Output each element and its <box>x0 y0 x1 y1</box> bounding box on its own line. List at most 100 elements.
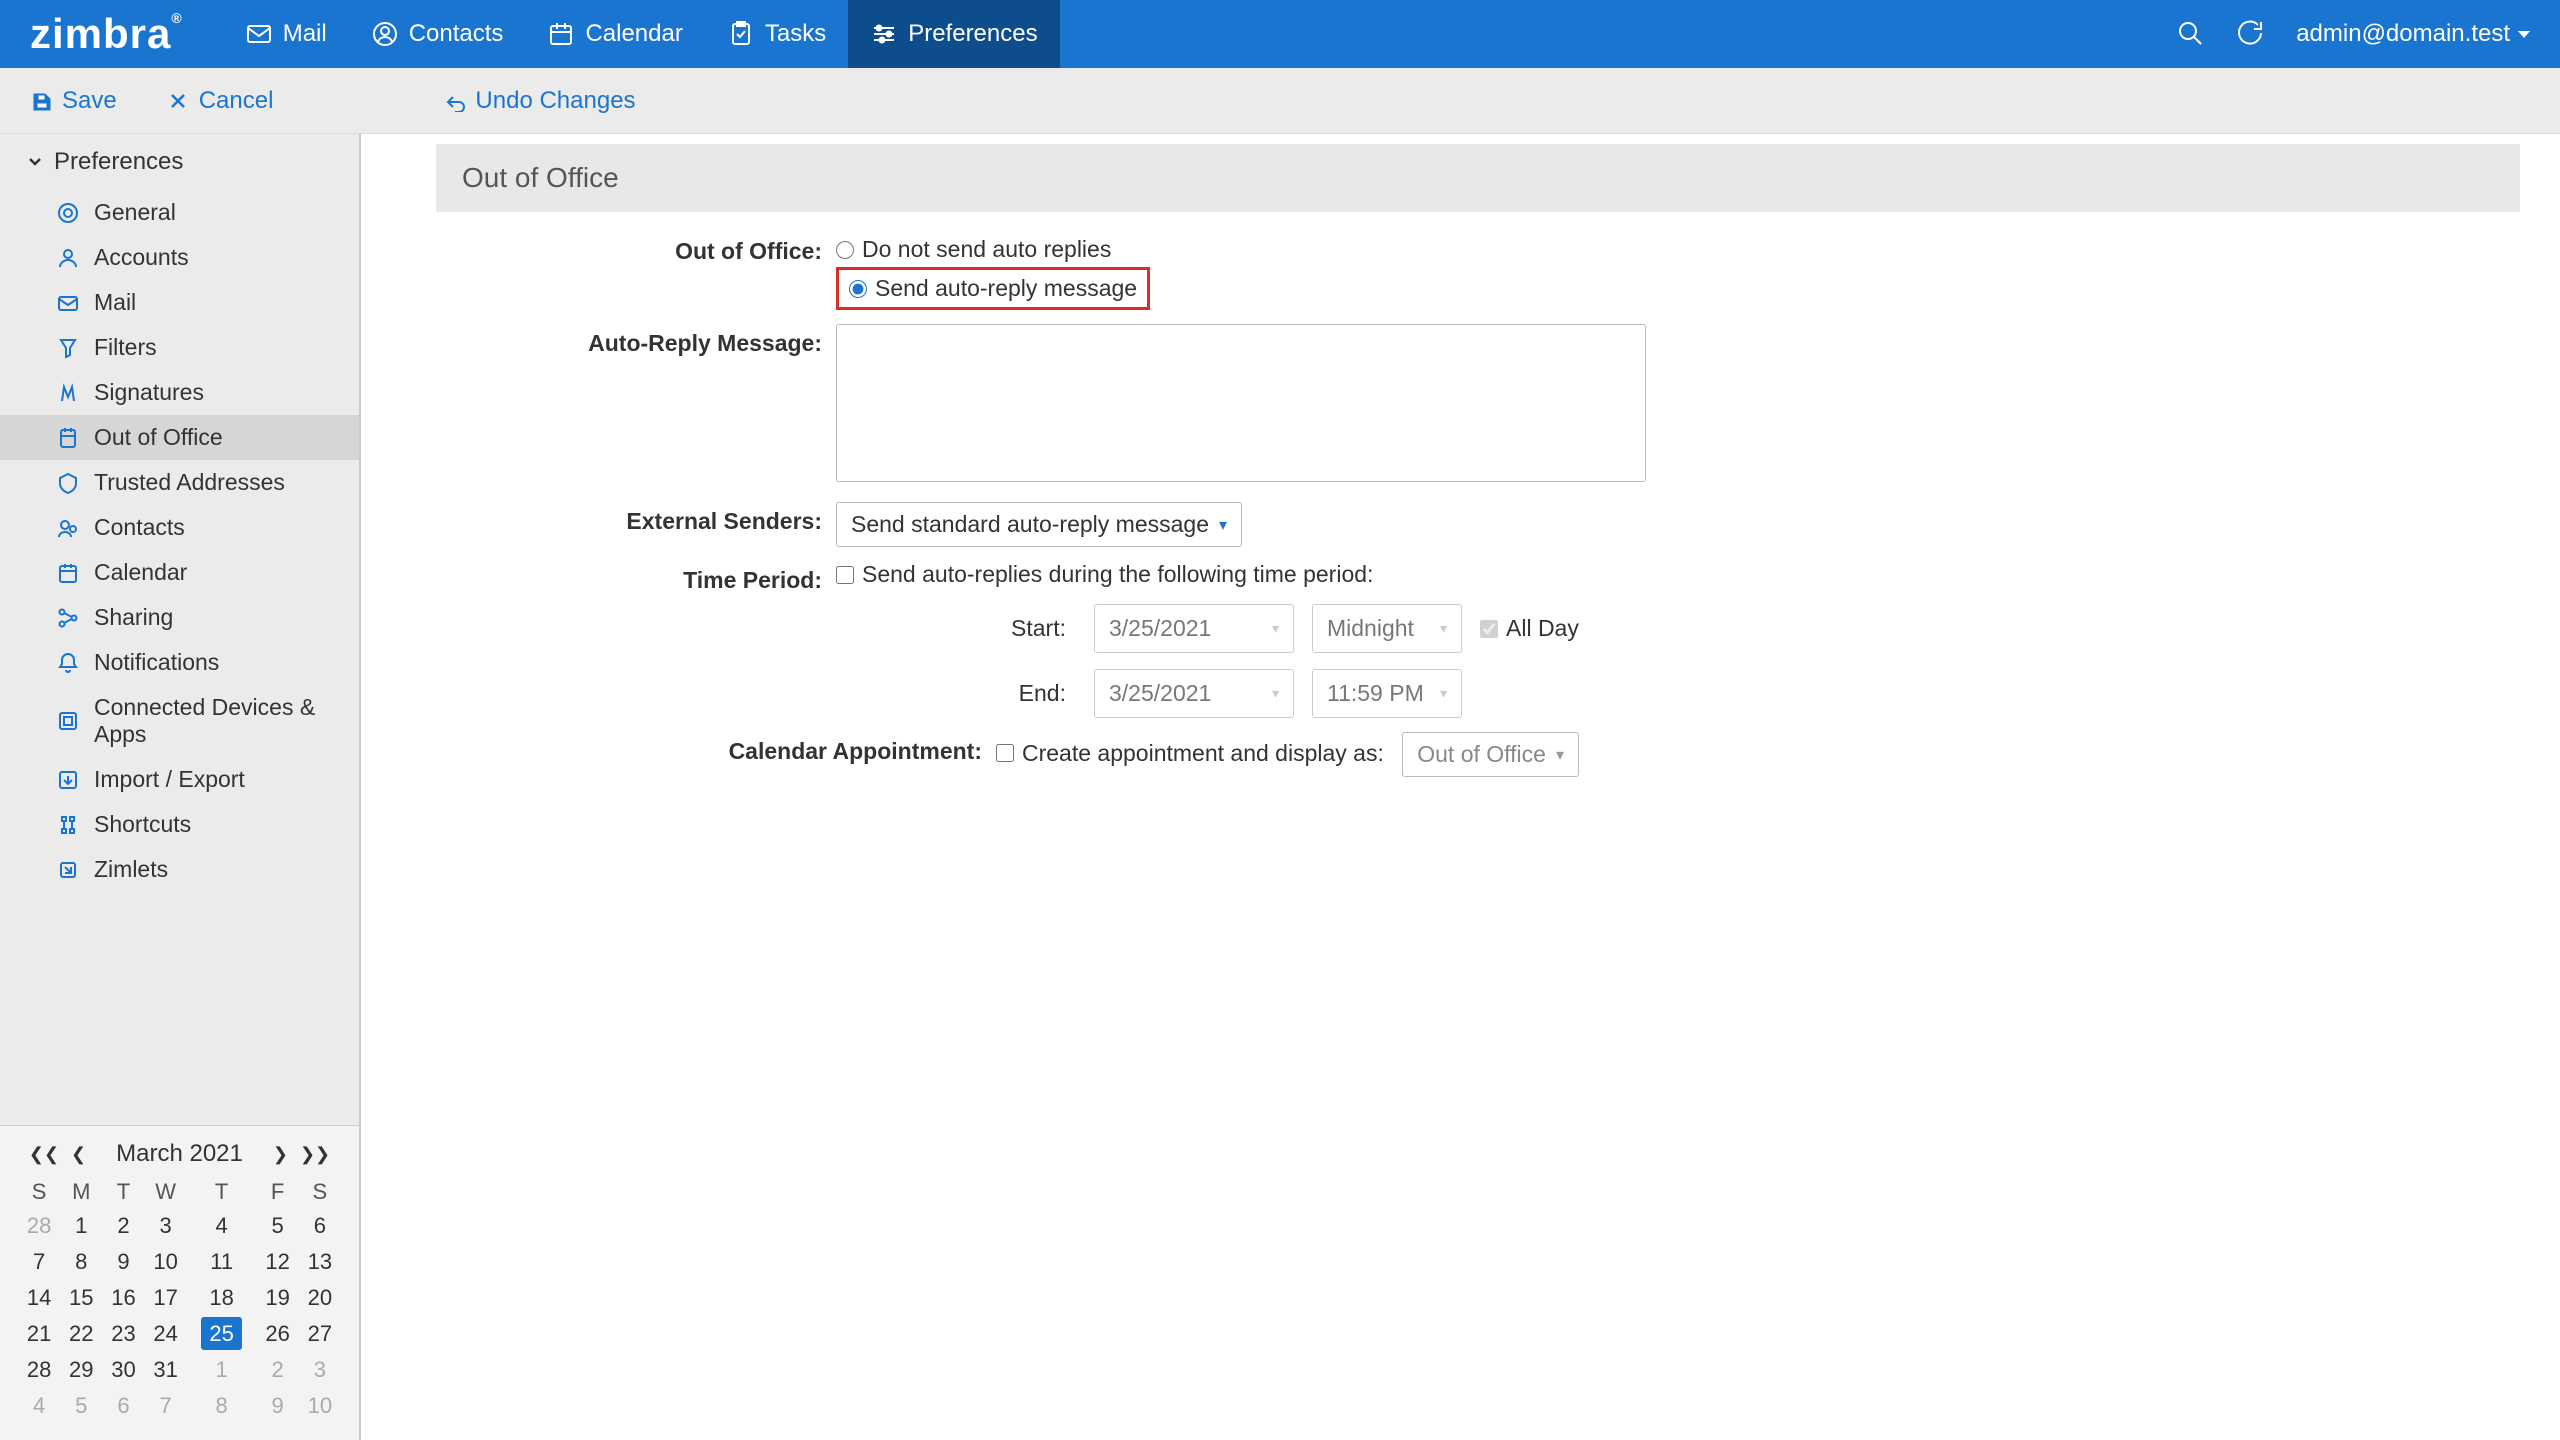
sidebar-item-mail[interactable]: Mail <box>0 280 359 325</box>
sidebar-item-sharing[interactable]: Sharing <box>0 595 359 640</box>
minical-day[interactable]: 7 <box>145 1388 187 1424</box>
external-senders-select[interactable]: Send standard auto-reply message ▾ <box>836 502 1242 547</box>
minical-day[interactable]: 22 <box>60 1316 102 1352</box>
minical-day[interactable]: 18 <box>187 1280 257 1316</box>
sidebar-item-out-of-office[interactable]: Out of Office <box>0 415 359 460</box>
refresh-icon[interactable] <box>2236 19 2266 49</box>
minical-day[interactable]: 9 <box>257 1388 299 1424</box>
sidebar-item-trusted-addresses[interactable]: Trusted Addresses <box>0 460 359 505</box>
minical-day[interactable]: 5 <box>60 1388 102 1424</box>
minical-day[interactable]: 5 <box>257 1208 299 1244</box>
minical-day[interactable]: 15 <box>60 1280 102 1316</box>
minical-day[interactable]: 13 <box>299 1244 341 1280</box>
minical-day[interactable]: 11 <box>187 1244 257 1280</box>
radio-no-autoreply-label: Do not send auto replies <box>862 236 1111 263</box>
minical-next-month[interactable]: ❯ <box>273 1144 288 1165</box>
save-button[interactable]: Save <box>30 87 117 115</box>
sidebar-item-signatures[interactable]: Signatures <box>0 370 359 415</box>
tab-contacts[interactable]: Contacts <box>349 0 526 68</box>
user-menu[interactable]: admin@domain.test <box>2296 20 2530 48</box>
minical-next-year[interactable]: ❯❯ <box>300 1144 330 1165</box>
sidebar-item-label: Accounts <box>94 244 189 271</box>
minical-day[interactable]: 20 <box>299 1280 341 1316</box>
sidebar-header[interactable]: Preferences <box>0 134 359 190</box>
minical-day[interactable]: 1 <box>187 1352 257 1388</box>
minical-day[interactable]: 25 <box>187 1316 257 1352</box>
sidebar-list: General Accounts MailFiltersSignatures Out … <box>0 190 359 892</box>
minical-prev-month[interactable]: ❮ <box>71 1144 86 1165</box>
splitter[interactable] <box>360 134 396 1440</box>
create-appointment-checkbox-row[interactable]: Create appointment and display as: <box>996 740 1384 767</box>
minical-day[interactable]: 23 <box>102 1316 144 1352</box>
minical-day[interactable]: 4 <box>18 1388 60 1424</box>
tab-mail[interactable]: Mail <box>223 0 349 68</box>
minical-day[interactable]: 6 <box>299 1208 341 1244</box>
sidebar-item-connected-devices-apps[interactable]: Connected Devices & Apps <box>0 685 359 757</box>
start-time-input[interactable]: Midnight▾ <box>1312 604 1462 653</box>
minical-day[interactable]: 3 <box>299 1352 341 1388</box>
minical-day[interactable]: 12 <box>257 1244 299 1280</box>
tab-calendar[interactable]: Calendar <box>525 0 704 68</box>
all-day-checkbox-row[interactable]: All Day <box>1480 615 1579 642</box>
sidebar-item-label: Out of Office <box>94 424 223 451</box>
chevron-down-icon: ▾ <box>1272 685 1279 702</box>
time-period-checkbox[interactable] <box>836 566 854 584</box>
radio-send-autoreply-input[interactable] <box>849 280 867 298</box>
minical-day[interactable]: 7 <box>18 1244 60 1280</box>
sidebar-item-filters[interactable]: Filters <box>0 325 359 370</box>
time-period-checkbox-row[interactable]: Send auto-replies during the following t… <box>836 561 2520 588</box>
minical-day[interactable]: 10 <box>299 1388 341 1424</box>
save-label: Save <box>62 87 117 115</box>
minical-day[interactable]: 30 <box>102 1352 144 1388</box>
end-time-input[interactable]: 11:59 PM▾ <box>1312 669 1462 718</box>
autoreply-message-input[interactable] <box>836 324 1646 482</box>
tab-tasks[interactable]: Tasks <box>705 0 848 68</box>
sidebar-item-import-export[interactable]: Import / Export <box>0 757 359 802</box>
minical-day[interactable]: 2 <box>257 1352 299 1388</box>
start-date-input[interactable]: 3/25/2021▾ <box>1094 604 1294 653</box>
sidebar-item-shortcuts[interactable]: Shortcuts <box>0 802 359 847</box>
radio-no-autoreply[interactable]: Do not send auto replies <box>836 232 2520 267</box>
minical-day[interactable]: 16 <box>102 1280 144 1316</box>
sidebar-item-contacts[interactable]: Contacts <box>0 505 359 550</box>
minical-day[interactable]: 29 <box>60 1352 102 1388</box>
chevron-down-icon: ▾ <box>1219 515 1227 535</box>
appointment-display-select[interactable]: Out of Office ▾ <box>1402 732 1579 777</box>
radio-send-autoreply[interactable]: Send auto-reply message <box>836 267 1150 310</box>
all-day-checkbox[interactable] <box>1480 620 1498 638</box>
minical-day[interactable]: 4 <box>187 1208 257 1244</box>
chevron-down-icon: ▾ <box>1272 620 1279 637</box>
minical-day[interactable]: 28 <box>18 1352 60 1388</box>
minical-day[interactable]: 2 <box>102 1208 144 1244</box>
minical-day[interactable]: 24 <box>145 1316 187 1352</box>
minical-day[interactable]: 8 <box>60 1244 102 1280</box>
minical-day[interactable]: 3 <box>145 1208 187 1244</box>
minical-day[interactable]: 31 <box>145 1352 187 1388</box>
minical-prev-year[interactable]: ❮❮ <box>29 1144 59 1165</box>
minical-day[interactable]: 10 <box>145 1244 187 1280</box>
minical-day[interactable]: 27 <box>299 1316 341 1352</box>
search-icon[interactable] <box>2176 19 2206 49</box>
minical-day[interactable]: 28 <box>18 1208 60 1244</box>
cancel-button[interactable]: Cancel <box>167 87 274 115</box>
sidebar-item-icon <box>56 709 80 733</box>
minical-day[interactable]: 6 <box>102 1388 144 1424</box>
minical-day[interactable]: 17 <box>145 1280 187 1316</box>
minical-day[interactable]: 8 <box>187 1388 257 1424</box>
sidebar-item-calendar[interactable]: Calendar <box>0 550 359 595</box>
minical-day[interactable]: 19 <box>257 1280 299 1316</box>
undo-button[interactable]: Undo Changes <box>443 87 635 115</box>
minical-day[interactable]: 1 <box>60 1208 102 1244</box>
sidebar-item-notifications[interactable]: Notifications <box>0 640 359 685</box>
tab-preferences[interactable]: Preferences <box>848 0 1059 68</box>
minical-day[interactable]: 26 <box>257 1316 299 1352</box>
minical-day[interactable]: 21 <box>18 1316 60 1352</box>
minical-day[interactable]: 14 <box>18 1280 60 1316</box>
minical-day[interactable]: 9 <box>102 1244 144 1280</box>
sidebar-item-accounts[interactable]: Accounts <box>0 235 359 280</box>
sidebar-item-zimlets[interactable]: Zimlets <box>0 847 359 892</box>
end-date-input[interactable]: 3/25/2021▾ <box>1094 669 1294 718</box>
create-appointment-checkbox[interactable] <box>996 744 1014 762</box>
radio-no-autoreply-input[interactable] <box>836 241 854 259</box>
sidebar-item-general[interactable]: General <box>0 190 359 235</box>
